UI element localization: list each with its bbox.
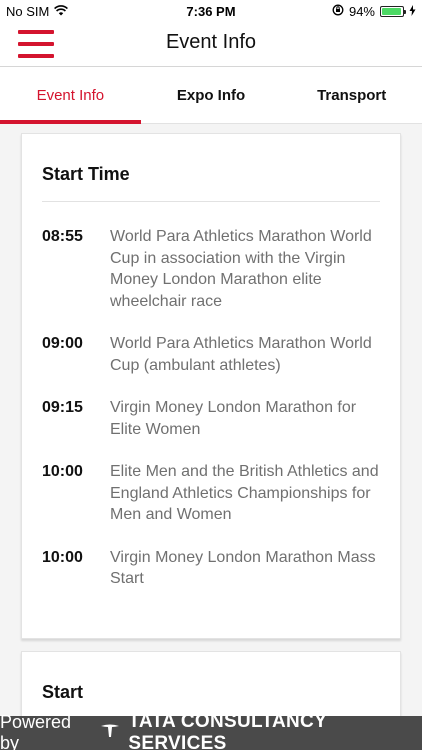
- tab-expo-info[interactable]: Expo Info: [141, 67, 282, 123]
- hamburger-icon-line: [18, 54, 54, 58]
- start-card: Start: [21, 651, 401, 716]
- schedule-time: 09:00: [42, 335, 83, 352]
- page-title: Event Info: [165, 31, 257, 53]
- status-right: 94%: [332, 4, 416, 19]
- battery-icon: [380, 6, 406, 17]
- schedule-time: 08:55: [42, 228, 83, 245]
- tcs-logo-icon: [100, 724, 120, 743]
- card-title: Start Time: [42, 164, 130, 184]
- footer-banner: Powered by TATA CONSULTANCY SERVICES: [0, 711, 422, 750]
- start-time-card: Start Time 08:55 World Para Athletics Ma…: [21, 133, 401, 639]
- app-screen: No SIM 7:36 PM 94% Event Info Event Info…: [0, 0, 422, 750]
- status-bar: No SIM 7:36 PM 94%: [0, 0, 422, 22]
- tab-event-info[interactable]: Event Info: [0, 67, 141, 124]
- card-title: Start: [42, 682, 84, 702]
- battery-fill: [382, 8, 401, 15]
- rotation-lock-icon: [332, 4, 344, 19]
- charging-icon: [409, 4, 416, 19]
- schedule-description: Virgin Money London Marathon Mass Start: [110, 548, 376, 588]
- schedule-item: 09:15 Virgin Money London Marathon for E…: [42, 397, 380, 440]
- battery-tip: [404, 10, 406, 14]
- schedule-time: 09:15: [42, 399, 83, 416]
- powered-by-label: Powered by: [0, 712, 72, 750]
- content-scroll[interactable]: Start Time 08:55 World Para Athletics Ma…: [0, 124, 422, 716]
- brand-name: TATA CONSULTANCY SERVICES: [128, 711, 327, 750]
- schedule-description: World Para Athletics Marathon World Cup …: [110, 335, 372, 374]
- header: Event Info: [0, 22, 422, 67]
- schedule-item: 09:00 World Para Athletics Marathon Worl…: [42, 333, 380, 376]
- tab-transport[interactable]: Transport: [281, 67, 422, 123]
- schedule-description: World Para Athletics Marathon World Cup …: [110, 228, 372, 310]
- schedule-description: Virgin Money London Marathon for Elite W…: [110, 399, 357, 438]
- tab-bar: Event Info Expo Info Transport: [0, 67, 422, 124]
- schedule-time: 10:00: [42, 548, 83, 566]
- schedule-time: 10:00: [42, 463, 83, 480]
- schedule-item: 10:00 Elite Men and the British Athletic…: [42, 461, 380, 526]
- schedule-list: 08:55 World Para Athletics Marathon Worl…: [22, 202, 400, 590]
- battery-percent: 94%: [348, 4, 375, 19]
- schedule-description: Elite Men and the British Athletics and …: [110, 463, 379, 523]
- schedule-item: 10:00 Virgin Money London Marathon Mass …: [42, 547, 380, 590]
- schedule-item: 08:55 World Para Athletics Marathon Worl…: [42, 226, 380, 312]
